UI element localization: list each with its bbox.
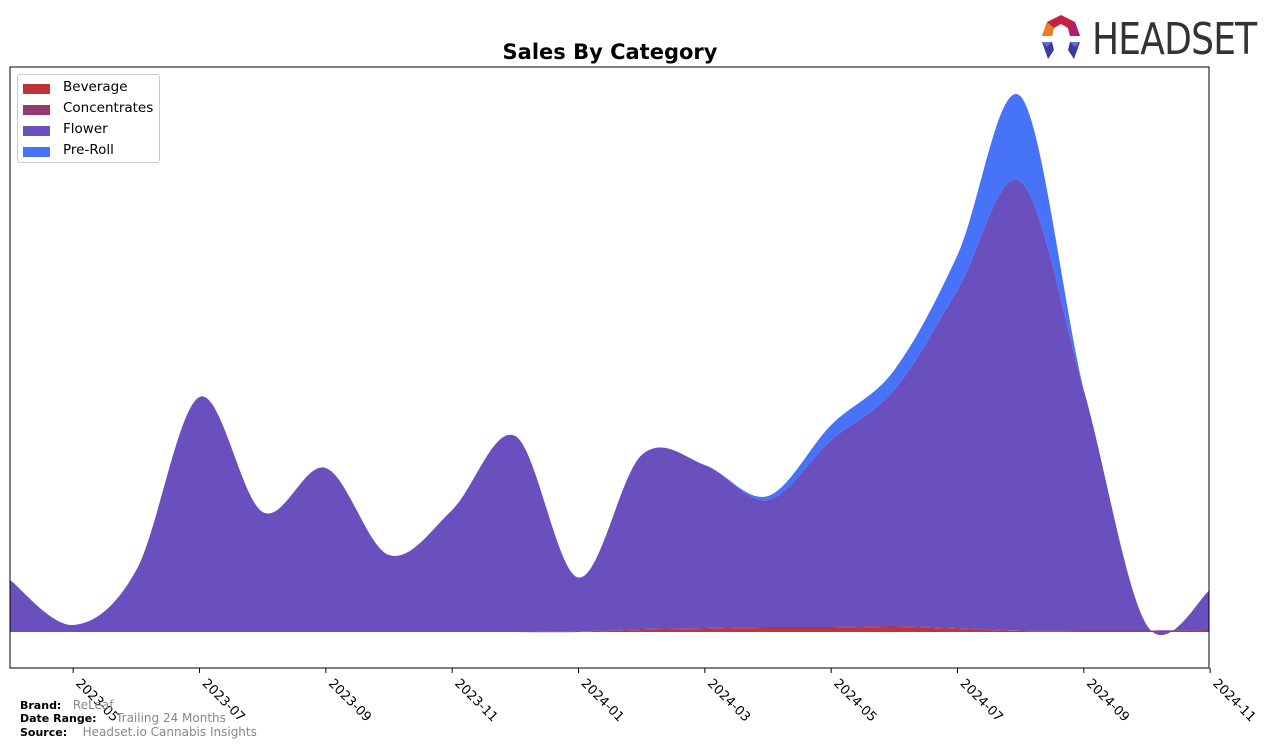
x-tick-label: 2023-09 — [325, 676, 374, 725]
x-tick-label: 2024-05 — [830, 676, 879, 725]
legend-swatch — [23, 84, 50, 94]
chart-svg: 2023-05 2023-07 2023-09 2023-11 2024-01 2024-… — [9, 66, 1258, 725]
x-tick-label: 2024-01 — [578, 676, 627, 725]
headset-logo-icon — [1042, 15, 1080, 59]
x-tick-label: 2023-11 — [451, 676, 500, 725]
source-label: Source: — [20, 726, 68, 739]
logo-text: HEADSET — [1092, 14, 1257, 65]
legend-label: Concentrates — [63, 100, 154, 116]
legend-swatch — [23, 105, 50, 115]
chart-root: Sales By Category 2023-05 2023-07 2023-09 2… — [0, 0, 1276, 748]
brand-value: ReLeaf — [72, 698, 114, 712]
legend-label: Flower — [63, 121, 108, 137]
legend-label: Beverage — [63, 79, 128, 95]
x-tick-label: 2024-07 — [957, 676, 1006, 725]
footer-brand: Brand: ReLeaf — [20, 698, 113, 712]
x-tick-label: 2024-09 — [1083, 676, 1132, 725]
legend-swatch — [23, 126, 50, 136]
date-range-value: Trailing 24 Months — [116, 711, 226, 725]
legend: Beverage Concentrates Flower Pre-Roll — [17, 74, 160, 163]
legend-swatch — [23, 147, 50, 157]
date-range-label: Date Range: — [20, 712, 97, 725]
source-value: Headset.io Cannabis Insights — [82, 725, 257, 739]
footer-date-range: Date Range: Trailing 24 Months — [20, 711, 226, 725]
x-tick-label: 2024-03 — [704, 676, 753, 725]
x-tick-label: 2024-11 — [1209, 676, 1258, 725]
legend-label: Pre-Roll — [63, 142, 114, 158]
area-flower — [10, 179, 1209, 635]
footer-source: Source: Headset.io Cannabis Insights — [20, 725, 257, 739]
